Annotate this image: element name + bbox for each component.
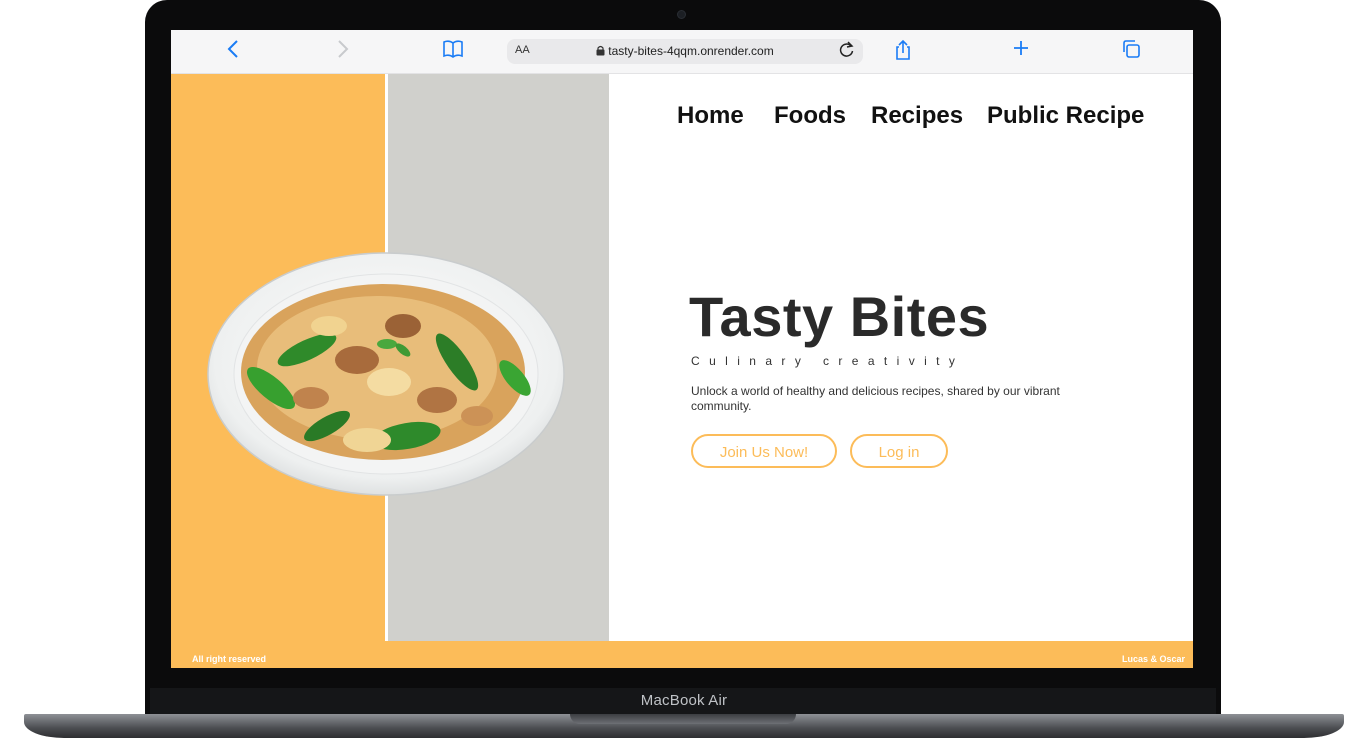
reload-icon[interactable] <box>839 41 855 64</box>
device-brand-label: MacBook Air <box>640 692 728 709</box>
laptop-opening-notch <box>570 714 796 724</box>
nav-home-link[interactable]: Home <box>677 102 744 130</box>
browser-toolbar: AA tasty-bites-4qqm.onrender.com <box>171 30 1193 74</box>
login-button[interactable]: Log in <box>850 434 948 468</box>
nav-recipes-link[interactable]: Recipes <box>871 102 963 130</box>
share-icon[interactable] <box>889 39 917 63</box>
hero-subtitle: Culinary creativity <box>691 354 965 368</box>
address-bar[interactable]: AA tasty-bites-4qqm.onrender.com <box>507 39 863 64</box>
tabs-overview-icon[interactable] <box>1117 39 1145 63</box>
url-text: tasty-bites-4qqm.onrender.com <box>507 44 863 58</box>
browser-window: AA tasty-bites-4qqm.onrender.com Home Fo… <box>171 30 1193 668</box>
footer-rights-text: All right reserved <box>192 654 267 664</box>
nav-foods-link[interactable]: Foods <box>774 102 846 130</box>
back-chevron-icon[interactable] <box>219 39 247 63</box>
bookmarks-book-icon[interactable] <box>439 39 467 63</box>
nav-public-recipe-link[interactable]: Public Recipe <box>987 102 1144 130</box>
hero-description: Unlock a world of healthy and delicious … <box>691 384 1060 413</box>
hero-title: Tasty Bites <box>689 285 990 348</box>
forward-chevron-icon[interactable] <box>329 39 357 63</box>
join-us-button[interactable]: Join Us Now! <box>691 434 837 468</box>
footer: All right reserved Lucas & Oscar <box>171 641 1193 668</box>
web-page: Home Foods Recipes Public Recipe Tasty B… <box>171 74 1193 668</box>
food-plate-image <box>207 250 565 498</box>
url-label: tasty-bites-4qqm.onrender.com <box>608 44 774 58</box>
footer-authors-text: Lucas & Oscar <box>1121 654 1185 664</box>
camera-icon <box>677 10 686 19</box>
new-tab-plus-icon[interactable] <box>1007 39 1035 63</box>
lock-icon <box>596 45 605 56</box>
